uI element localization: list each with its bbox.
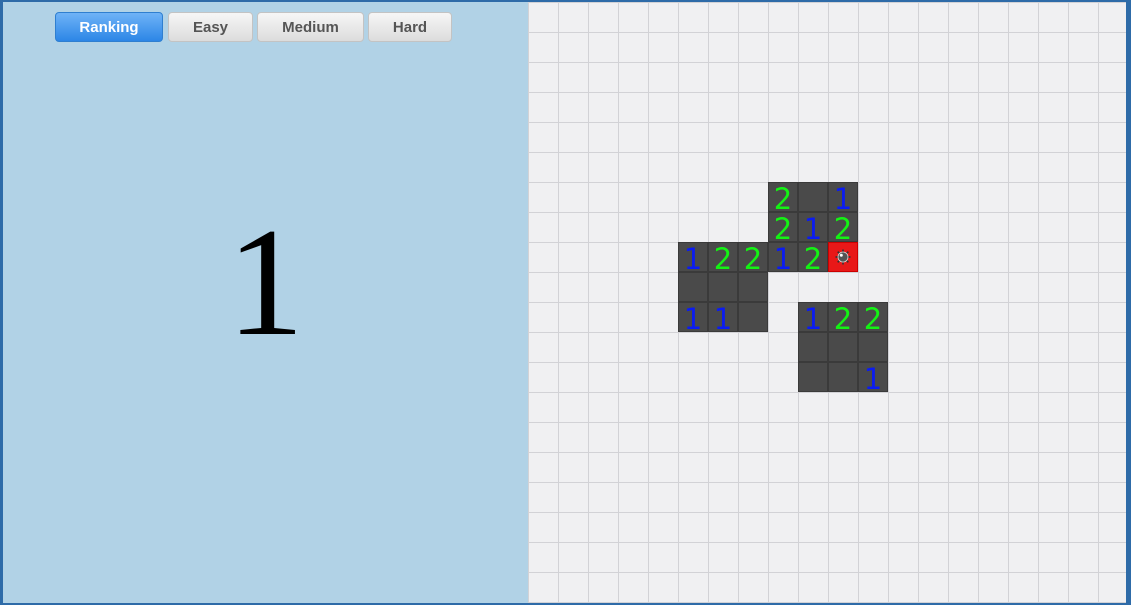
tab-medium[interactable]: Medium: [257, 12, 364, 42]
empty-revealed-cell[interactable]: [738, 302, 768, 332]
number-cell[interactable]: 2: [798, 242, 828, 274]
exploded-mine-cell[interactable]: [828, 242, 858, 272]
empty-revealed-cell[interactable]: [678, 272, 708, 302]
number-cell[interactable]: 1: [708, 302, 738, 334]
empty-revealed-cell[interactable]: [798, 332, 828, 362]
tab-hard[interactable]: Hard: [368, 12, 452, 42]
number-cell[interactable]: 2: [828, 302, 858, 334]
number-cell[interactable]: 2: [828, 212, 858, 244]
number-cell[interactable]: 1: [798, 212, 828, 244]
number-cell[interactable]: 2: [708, 242, 738, 274]
empty-revealed-cell[interactable]: [858, 332, 888, 362]
empty-revealed-cell[interactable]: [828, 332, 858, 362]
number-cell[interactable]: 1: [828, 182, 858, 214]
empty-revealed-cell[interactable]: [798, 362, 828, 392]
number-cell[interactable]: 2: [738, 242, 768, 274]
number-cell[interactable]: 2: [768, 212, 798, 244]
number-cell[interactable]: 1: [678, 302, 708, 334]
game-window: Ranking Easy Medium Hard 1 2121212212111…: [3, 2, 1128, 603]
empty-revealed-cell[interactable]: [738, 272, 768, 302]
tab-easy[interactable]: Easy: [168, 12, 253, 42]
tab-ranking[interactable]: Ranking: [55, 12, 163, 42]
number-cell[interactable]: 1: [858, 362, 888, 394]
board-right-border: [1126, 2, 1128, 603]
score-display: 1: [226, 196, 305, 368]
empty-revealed-cell[interactable]: [828, 362, 858, 392]
number-cell[interactable]: 2: [768, 182, 798, 214]
mine-icon: [835, 249, 851, 265]
left-panel: Ranking Easy Medium Hard 1: [3, 2, 528, 603]
empty-revealed-cell[interactable]: [798, 182, 828, 212]
number-cell[interactable]: 2: [858, 302, 888, 334]
number-cell[interactable]: 1: [768, 242, 798, 274]
empty-revealed-cell[interactable]: [708, 272, 738, 302]
number-cell[interactable]: 1: [798, 302, 828, 334]
minesweeper-board[interactable]: 2121212212111221: [528, 2, 1128, 603]
number-cell[interactable]: 1: [678, 242, 708, 274]
